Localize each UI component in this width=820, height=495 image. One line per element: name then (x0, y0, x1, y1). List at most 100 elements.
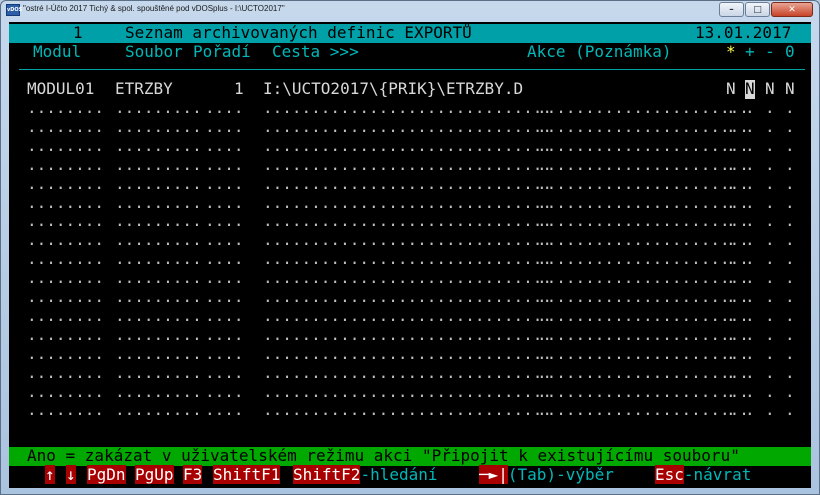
fkey-key[interactable]: ─►| (479, 465, 508, 484)
empty-flag-1[interactable]: . (726, 287, 736, 307)
table-row-empty[interactable]: ........................................… (9, 344, 811, 364)
table-row-empty[interactable]: ........................................… (9, 231, 811, 250)
empty-flag-1[interactable]: . (726, 98, 736, 118)
empty-flag-4[interactable]: . (785, 231, 795, 250)
empty-flag-1[interactable]: . (726, 268, 736, 288)
empty-cell-poradi[interactable]: .... (205, 174, 244, 194)
empty-cell-poradi[interactable]: .... (205, 250, 244, 269)
fkey-0[interactable]: ↑ (45, 465, 55, 485)
empty-cell-soubor[interactable]: ......... (115, 401, 202, 420)
empty-cell-poradi[interactable]: .... (205, 155, 244, 175)
empty-cell-soubor[interactable]: ......... (115, 287, 202, 307)
empty-flag-4[interactable]: . (785, 250, 795, 269)
empty-flag-3[interactable]: . (765, 268, 775, 288)
empty-flag-4[interactable]: . (785, 155, 795, 175)
table-row-empty[interactable]: ........................................… (9, 212, 811, 231)
empty-flag-1[interactable]: . (726, 363, 736, 383)
empty-cell-cesta[interactable]: .............................. (263, 250, 552, 269)
empty-cell-modul[interactable]: ........ (27, 250, 104, 269)
row-flag-4[interactable]: N (785, 79, 795, 99)
empty-cell-poradi[interactable]: .... (205, 193, 244, 213)
empty-flag-2[interactable]: . (745, 344, 755, 364)
table-row-empty[interactable]: ........................................… (9, 382, 811, 402)
empty-flag-1[interactable]: . (726, 212, 736, 231)
empty-cell-soubor[interactable]: ......... (115, 268, 202, 288)
row-flag-1[interactable]: N (726, 79, 736, 99)
empty-flag-2[interactable]: . (745, 268, 755, 288)
empty-cell-akce[interactable]: ...................... (537, 287, 749, 307)
empty-flag-4[interactable]: . (785, 382, 795, 402)
empty-cell-poradi[interactable]: .... (205, 98, 244, 118)
empty-cell-soubor[interactable]: ......... (115, 306, 202, 326)
row-modul[interactable]: MODUL01 (27, 79, 94, 99)
empty-cell-modul[interactable]: ........ (27, 268, 104, 288)
empty-cell-soubor[interactable]: ......... (115, 231, 202, 250)
empty-flag-4[interactable]: . (785, 268, 795, 288)
empty-cell-poradi[interactable]: .... (205, 401, 244, 420)
empty-flag-2[interactable]: . (745, 382, 755, 402)
empty-cell-akce[interactable]: ...................... (537, 250, 749, 269)
empty-flag-3[interactable]: . (765, 136, 775, 156)
empty-flag-4[interactable]: . (785, 325, 795, 345)
empty-cell-akce[interactable]: ...................... (537, 344, 749, 364)
empty-flag-3[interactable]: . (765, 98, 775, 118)
empty-cell-cesta[interactable]: .............................. (263, 382, 552, 402)
empty-cell-soubor[interactable]: ......... (115, 344, 202, 364)
empty-cell-soubor[interactable]: ......... (115, 250, 202, 269)
empty-flag-4[interactable]: . (785, 136, 795, 156)
empty-cell-modul[interactable]: ........ (27, 193, 104, 213)
empty-flag-3[interactable]: . (765, 155, 775, 175)
fkey-key[interactable]: PgDn (87, 465, 126, 484)
empty-cell-akce[interactable]: ...................... (537, 325, 749, 345)
empty-cell-modul[interactable]: ........ (27, 136, 104, 156)
empty-cell-cesta[interactable]: .............................. (263, 117, 552, 137)
table-row-empty[interactable]: ........................................… (9, 363, 811, 383)
empty-flag-4[interactable]: . (785, 117, 795, 137)
empty-cell-cesta[interactable]: .............................. (263, 287, 552, 307)
fkey-4[interactable]: F3 (183, 465, 203, 485)
fkey-key[interactable]: ShiftF1 (213, 465, 281, 484)
empty-cell-akce[interactable]: ...................... (537, 98, 749, 118)
empty-flag-2[interactable]: . (745, 363, 755, 383)
empty-cell-cesta[interactable]: .............................. (263, 155, 552, 175)
empty-cell-poradi[interactable]: .... (205, 344, 244, 364)
empty-cell-poradi[interactable]: .... (205, 287, 244, 307)
empty-cell-poradi[interactable]: .... (205, 212, 244, 231)
empty-flag-3[interactable]: . (765, 250, 775, 269)
empty-cell-modul[interactable]: ........ (27, 117, 104, 137)
fkey-key[interactable]: PgUp (135, 465, 174, 484)
empty-flag-1[interactable]: . (726, 401, 736, 420)
empty-cell-modul[interactable]: ........ (27, 231, 104, 250)
empty-flag-2[interactable]: . (745, 155, 755, 175)
table-row-empty[interactable]: ........................................… (9, 193, 811, 213)
empty-flag-3[interactable]: . (765, 382, 775, 402)
empty-cell-modul[interactable]: ........ (27, 363, 104, 383)
empty-flag-3[interactable]: . (765, 401, 775, 420)
table-row-empty[interactable]: ........................................… (9, 117, 811, 137)
empty-flag-4[interactable]: . (785, 287, 795, 307)
empty-cell-akce[interactable]: ...................... (537, 155, 749, 175)
empty-cell-cesta[interactable]: .............................. (263, 136, 552, 156)
empty-cell-cesta[interactable]: .............................. (263, 268, 552, 288)
table-row-empty[interactable]: ........................................… (9, 268, 811, 288)
table-row-empty[interactable]: ........................................… (9, 155, 811, 175)
empty-cell-akce[interactable]: ...................... (537, 382, 749, 402)
empty-flag-2[interactable]: . (745, 212, 755, 231)
table-row-empty[interactable]: ........................................… (9, 98, 811, 118)
table-row-empty[interactable]: ........................................… (9, 174, 811, 194)
empty-flag-1[interactable]: . (726, 306, 736, 326)
table-row-empty[interactable]: ........................................… (9, 401, 811, 420)
empty-cell-poradi[interactable]: .... (205, 117, 244, 137)
empty-cell-poradi[interactable]: .... (205, 363, 244, 383)
close-button[interactable]: ✕ (771, 2, 813, 17)
empty-flag-1[interactable]: . (726, 344, 736, 364)
empty-cell-akce[interactable]: ...................... (537, 117, 749, 137)
empty-flag-2[interactable]: . (745, 250, 755, 269)
empty-cell-cesta[interactable]: .............................. (263, 231, 552, 250)
empty-flag-1[interactable]: . (726, 117, 736, 137)
empty-cell-akce[interactable]: ...................... (537, 363, 749, 383)
empty-cell-poradi[interactable]: .... (205, 231, 244, 250)
fkey-5[interactable]: ShiftF1 (213, 465, 281, 485)
empty-cell-poradi[interactable]: .... (205, 306, 244, 326)
empty-cell-poradi[interactable]: .... (205, 136, 244, 156)
